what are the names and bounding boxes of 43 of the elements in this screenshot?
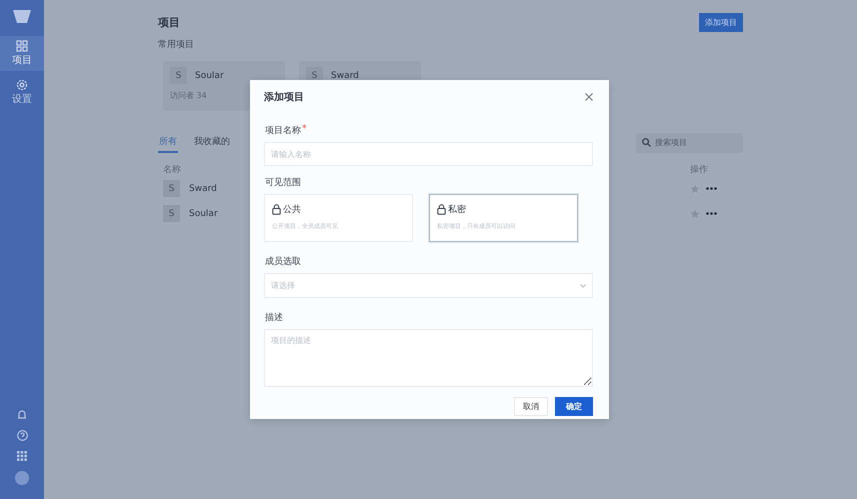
cancel-button[interactable]: 取消	[514, 397, 548, 416]
visit-count: 访问者 34	[170, 90, 207, 101]
logo-icon	[11, 8, 33, 26]
search-input[interactable]: 搜索项目	[655, 138, 735, 147]
tab[interactable]: 所有	[158, 132, 178, 153]
required-mark: *	[302, 124, 306, 136]
confirm-button[interactable]: 确定	[555, 397, 593, 416]
project-avatar: S	[163, 205, 180, 222]
project-name: Sward	[331, 70, 359, 80]
field-label: 项目名称	[265, 124, 301, 137]
bell-icon	[17, 409, 27, 420]
column-header: 名称	[163, 164, 181, 176]
help-icon	[16, 430, 28, 441]
project-name[interactable]: Soular	[189, 208, 218, 218]
field-label: 描述	[265, 312, 283, 324]
more-icon[interactable]	[706, 212, 717, 215]
search-icon	[642, 138, 651, 147]
lock-icon	[437, 204, 446, 215]
settings-icon	[16, 79, 28, 91]
field-label: 可见范围	[265, 176, 301, 189]
grid-icon	[16, 40, 28, 52]
project-avatar: S	[163, 180, 180, 197]
description-input[interactable]: 项目的描述	[264, 329, 593, 387]
sidebar-item[interactable]: 设置	[0, 75, 44, 110]
tab[interactable]: 我收藏的	[193, 132, 231, 153]
search-field[interactable]: 搜索项目	[636, 132, 743, 152]
section-title: 常用项目	[158, 38, 195, 51]
field-label: 成员选取	[265, 256, 301, 268]
add-project-button[interactable]: 添加项目	[699, 13, 743, 32]
apps-icon	[17, 451, 27, 461]
star-icon[interactable]	[690, 208, 700, 218]
more-icon[interactable]	[706, 187, 717, 190]
name-input[interactable]: 请输入名称	[264, 142, 593, 166]
project-avatar: S	[170, 67, 187, 84]
sidebar-item[interactable]: 项目	[0, 36, 44, 71]
star-icon[interactable]	[690, 184, 700, 194]
page-title: 项目	[158, 15, 180, 30]
chevron-down-icon	[580, 284, 586, 288]
project-name[interactable]: Sward	[189, 184, 217, 194]
project-name: Soular	[195, 70, 224, 80]
close-icon[interactable]	[585, 93, 593, 101]
lock-icon	[272, 204, 281, 215]
column-header: 操作	[690, 164, 709, 176]
